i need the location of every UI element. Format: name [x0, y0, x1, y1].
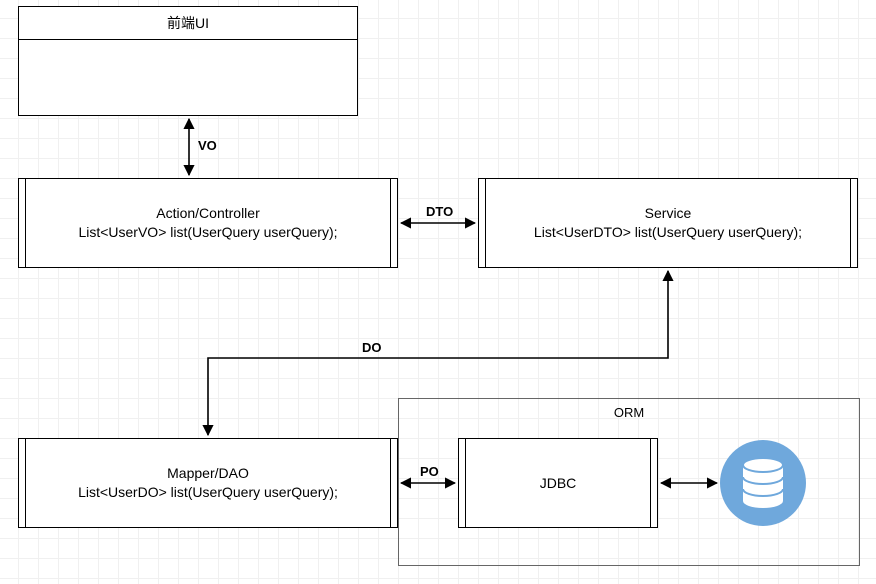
edge-label-do: DO [360, 340, 384, 355]
arrows-layer [0, 0, 876, 584]
edge-label-vo: VO [196, 138, 219, 153]
edge-label-po: PO [418, 464, 441, 479]
edge-label-dto: DTO [424, 204, 455, 219]
diagram-layer: 前端UI Action/Controller List<UserVO> list… [0, 0, 876, 584]
edge-service-dao [208, 271, 668, 435]
